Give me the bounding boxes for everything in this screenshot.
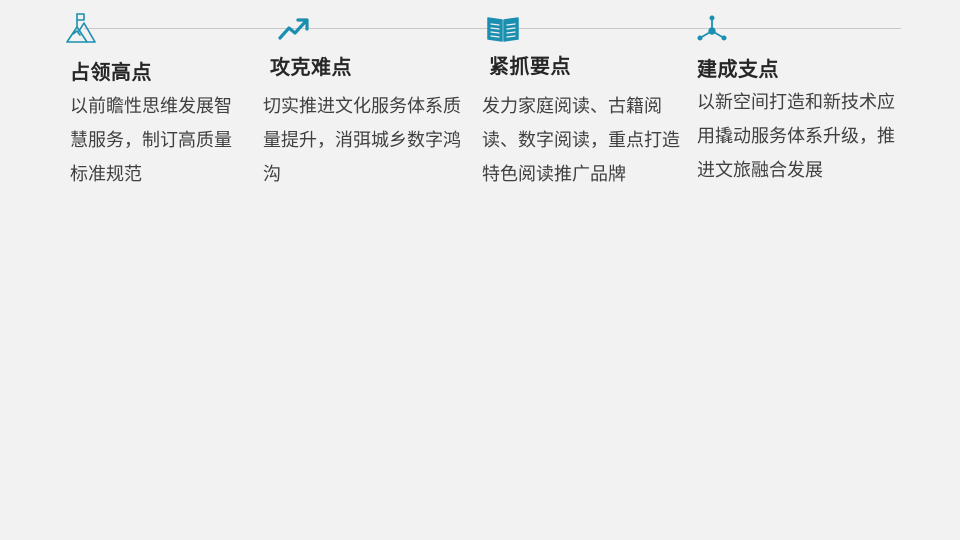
column-heading: 建成支点	[697, 57, 779, 81]
column-body-text: 切实推进文化服务体系质量提升，消弭城乡数字鸿沟	[263, 96, 461, 185]
column-body-text: 以新空间打造和新技术应用撬动服务体系升级，推进文旅融合发展	[697, 92, 895, 181]
column-heading: 紧抓要点	[489, 54, 571, 78]
column-body-text: 以前瞻性思维发展智慧服务，制订高质量标准规范	[70, 96, 232, 185]
column-heading: 攻克难点	[270, 55, 352, 79]
mountain-flag-icon	[66, 12, 96, 44]
column-body-text: 发力家庭阅读、古籍阅读、数字阅读，重点打造特色阅读推广品牌	[482, 96, 680, 185]
trend-up-arrow-icon	[277, 16, 311, 42]
network-node-icon	[696, 15, 728, 43]
column-heading: 占领高点	[70, 60, 152, 84]
open-book-icon	[486, 15, 520, 43]
